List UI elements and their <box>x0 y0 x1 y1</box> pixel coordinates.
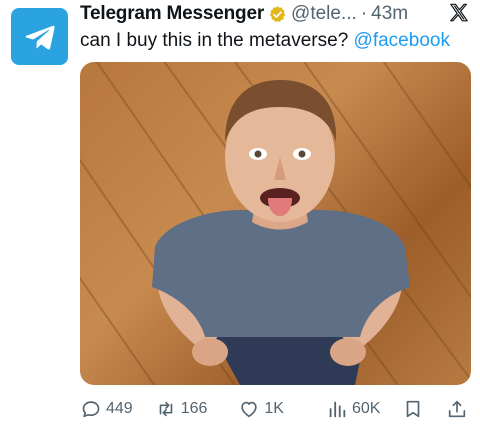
mention-link[interactable]: @facebook <box>354 30 450 51</box>
retweet-count: 166 <box>180 400 208 417</box>
retweet-icon <box>159 401 173 417</box>
reply-count: 449 <box>106 400 133 417</box>
tweet-timestamp[interactable]: 43m <box>371 3 408 25</box>
bookmark-button[interactable] <box>402 398 424 420</box>
like-button[interactable]: 1K <box>238 398 284 420</box>
tweet-text: can I buy this in the metaverse? @facebo… <box>80 30 472 52</box>
author-avatar[interactable] <box>11 8 68 65</box>
views-bar-chart-icon <box>329 401 346 418</box>
heart-icon <box>241 401 258 418</box>
share-button[interactable] <box>446 398 468 420</box>
author-name[interactable]: Telegram Messenger <box>80 3 264 25</box>
tweet-body: can I buy this in the metaverse? <box>80 30 354 51</box>
x-logo-icon[interactable] <box>448 2 470 24</box>
reply-icon <box>82 401 100 418</box>
tweet-actions: 449 166 1K 60K <box>80 396 472 422</box>
reply-button[interactable]: 449 <box>80 398 133 420</box>
photo-image <box>80 62 471 385</box>
views-button[interactable]: 60K <box>326 398 380 420</box>
like-count: 1K <box>264 400 284 417</box>
bookmark-icon <box>407 400 420 418</box>
separator-dot: · <box>360 3 368 24</box>
views-count: 60K <box>351 400 381 417</box>
telegram-icon <box>25 25 55 50</box>
verified-badge-icon <box>268 5 287 24</box>
tweet-header: Telegram Messenger @tele... · 43m <box>80 2 472 26</box>
retweet-button[interactable]: 166 <box>155 398 208 420</box>
tweet-media-photo[interactable] <box>80 62 471 385</box>
author-handle[interactable]: @tele... <box>291 3 357 25</box>
share-icon <box>449 400 466 418</box>
